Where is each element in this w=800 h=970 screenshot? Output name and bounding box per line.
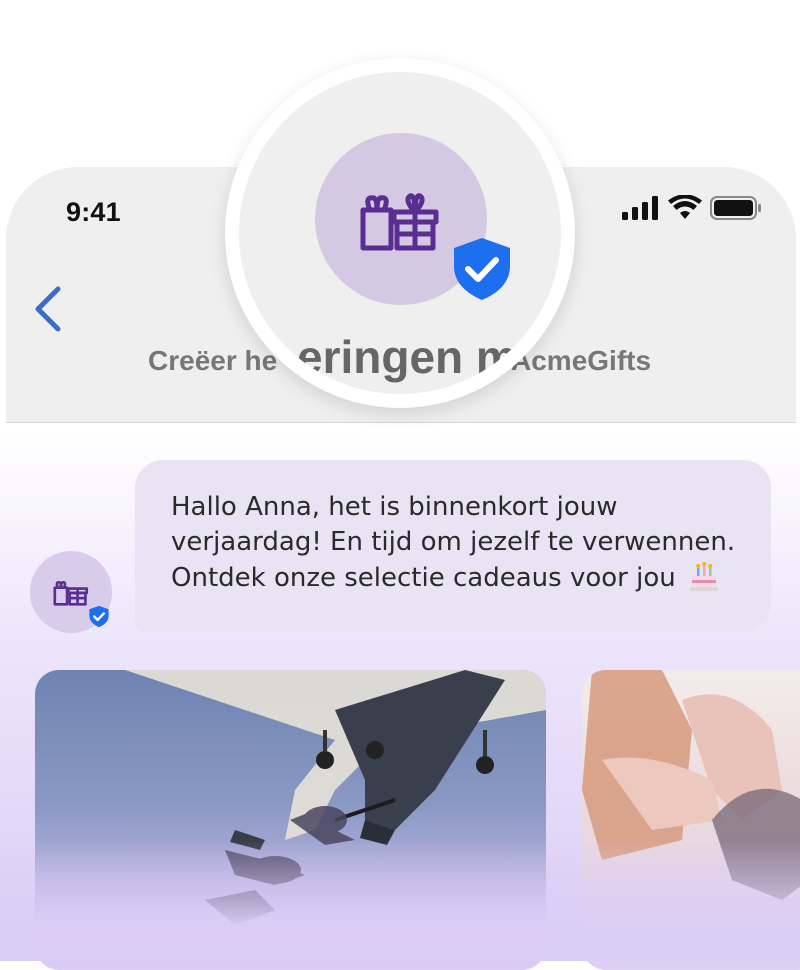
wifi-icon [668,195,702,219]
message-text: Hallo Anna, het is binnenkort jouw verja… [171,492,736,593]
header-subtitle-right: AcmeGifts [511,345,652,376]
cellular-signal-icon [622,196,658,220]
header-subtitle-left: Creëer he [148,345,278,376]
status-icons [622,195,762,221]
battery-icon [710,196,761,220]
sender-avatar [30,551,112,633]
status-time: 9:41 [66,197,121,227]
message-bubble: Hallo Anna, het is binnenkort jouw verja… [135,460,771,632]
bottom-fade [0,840,800,961]
header-title-fragment: eringen m [297,331,517,383]
back-chevron-icon[interactable] [28,283,68,335]
message-text-container: Hallo Anna, het is binnenkort jouw verja… [171,490,771,596]
birthday-cake-icon [689,562,718,591]
verified-shield-icon [454,238,510,300]
gift-icon [53,580,89,606]
verified-shield-icon [89,605,109,628]
gift-icon [360,193,439,251]
